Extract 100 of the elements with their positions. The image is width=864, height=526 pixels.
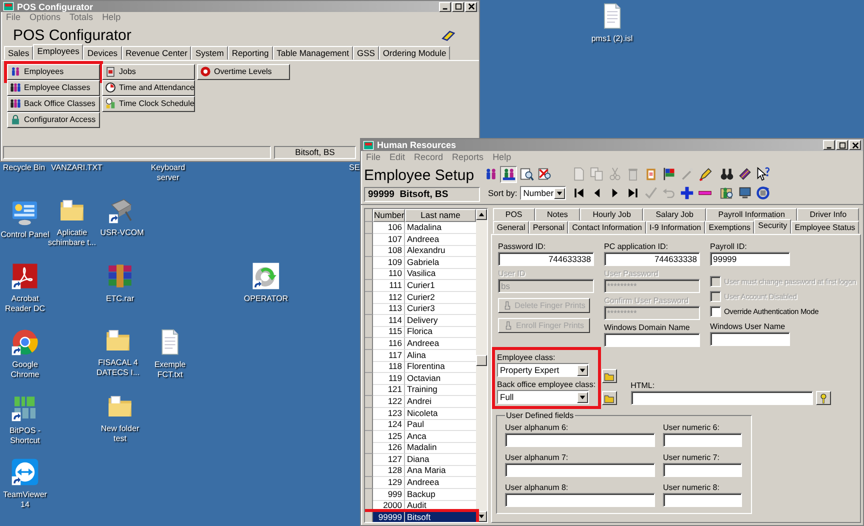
minimize-button[interactable]	[823, 140, 835, 150]
archive-icon[interactable]	[106, 262, 134, 290]
tab[interactable]: GSS	[352, 46, 379, 60]
people-icon[interactable]	[500, 166, 517, 182]
employee-row[interactable]: 115 Florica	[365, 326, 476, 338]
tab[interactable]: Notes	[534, 208, 580, 221]
input-field[interactable]	[604, 333, 700, 347]
magnifier-icon[interactable]	[536, 166, 553, 182]
help-button[interactable]	[816, 391, 831, 405]
gear-icon[interactable]	[252, 262, 280, 290]
desktop-icon-label[interactable]: Google Chrome	[0, 360, 50, 380]
checkbox[interactable]	[710, 306, 721, 317]
menu-item[interactable]: File	[366, 152, 381, 162]
menu-item[interactable]: Help	[492, 152, 512, 162]
plus-icon[interactable]	[678, 184, 695, 202]
maximize-button[interactable]	[452, 2, 464, 12]
input-field[interactable]	[710, 332, 790, 346]
menu-item[interactable]: Edit	[390, 152, 406, 162]
tab[interactable]: POS	[493, 208, 535, 221]
input-field[interactable]: 744633338	[498, 252, 594, 266]
employee-row[interactable]: 111 Curier1	[365, 280, 476, 292]
minimize-button[interactable]	[439, 2, 451, 12]
desktop-icon-label[interactable]: TeamViewer 14	[0, 490, 50, 510]
input-field[interactable]	[505, 463, 655, 477]
refresh-icon[interactable]	[754, 184, 771, 202]
tab[interactable]: System	[191, 46, 228, 60]
magnifier-icon[interactable]	[518, 166, 535, 182]
folder-button[interactable]	[602, 391, 617, 405]
column-header[interactable]: Number	[373, 209, 405, 222]
close-button[interactable]	[465, 2, 477, 12]
desktop-icon-label[interactable]: USR-VCOM	[100, 228, 144, 238]
employee-row[interactable]: 126 Madalin	[365, 442, 476, 454]
employee-row[interactable]: 129 Andreea	[365, 477, 476, 489]
desktop-icon-label[interactable]: OPERATOR	[244, 294, 288, 304]
scroll-thumb[interactable]	[476, 355, 487, 366]
tab[interactable]: I-9 Information	[646, 221, 705, 234]
desktop-icon-label[interactable]: VANZARI.TXT	[51, 163, 101, 173]
menu-item[interactable]: Totals	[70, 12, 94, 22]
employee-row[interactable]: 122 Andrei	[365, 396, 476, 408]
input-field[interactable]	[663, 433, 742, 447]
class-dropdown[interactable]: Full	[497, 390, 589, 404]
module-button[interactable]: Time and Attendance	[102, 80, 195, 96]
book-icon[interactable]	[736, 166, 753, 182]
module-button[interactable]: Configurator Access	[7, 112, 100, 128]
book-icon[interactable]	[441, 28, 455, 42]
desktop-icon-label[interactable]: ETC.rar	[106, 294, 134, 304]
tab[interactable]: Hourly Job	[580, 208, 644, 221]
column-header[interactable]: Last name	[405, 209, 476, 222]
employee-row[interactable]: 128 Ana Maria	[365, 465, 476, 478]
input-field[interactable]	[630, 391, 813, 405]
employee-row[interactable]: 118 Florentina	[365, 361, 476, 373]
employee-row[interactable]: 110 Vasilica	[365, 268, 476, 280]
menu-item[interactable]: Reports	[452, 152, 484, 162]
input-field[interactable]	[663, 463, 742, 477]
desktop-icon-label[interactable]: SE	[349, 163, 360, 173]
tab[interactable]: Devices	[83, 46, 122, 60]
input-field[interactable]	[505, 433, 655, 447]
scrollbar[interactable]	[476, 209, 487, 522]
employee-row[interactable]: 116 Andreea	[365, 338, 476, 350]
module-button[interactable]: Time Clock Schedule	[102, 96, 195, 112]
employee-row[interactable]: 108 Alexandru	[365, 245, 476, 257]
menu-item[interactable]: Help	[102, 12, 121, 22]
module-button[interactable]: Employee Classes	[7, 80, 100, 96]
module-button[interactable]: Jobs	[102, 64, 195, 80]
employee-row[interactable]: 99999 Bitsoft	[365, 512, 476, 522]
desktop-icon-label[interactable]: Keyboard server	[143, 163, 193, 183]
input-field[interactable]: 99999	[710, 252, 790, 266]
folder-button[interactable]	[602, 369, 617, 383]
module-button[interactable]: Overtime Levels	[197, 64, 290, 80]
pdf-icon[interactable]	[11, 262, 39, 290]
employee-row[interactable]: 113 Curier3	[365, 303, 476, 315]
desktop-icon-label[interactable]: BitPOS - Shortcut	[0, 426, 50, 446]
module-button[interactable]: Back Office Classes	[7, 96, 100, 112]
scroll-down-icon[interactable]	[478, 513, 485, 520]
tab[interactable]: Security	[754, 219, 791, 234]
tab[interactable]: Personal	[529, 221, 568, 234]
tab[interactable]: Ordering Module	[378, 46, 450, 60]
tab[interactable]: Employee Status	[790, 221, 859, 234]
employee-row[interactable]: 121 Training	[365, 384, 476, 396]
tab[interactable]: Revenue Center	[122, 46, 192, 60]
desktop-icon-label[interactable]: Acrobat Reader DC	[0, 294, 50, 314]
menu-item[interactable]: File	[6, 12, 21, 22]
desktop-icon-label[interactable]: FISACAL 4 DATECS I...	[93, 358, 143, 378]
scroll-up-icon[interactable]	[478, 211, 485, 218]
tab[interactable]: Driver Info	[797, 208, 859, 221]
menu-item[interactable]: Record	[414, 152, 444, 162]
input-field[interactable]: 744633338	[604, 252, 700, 266]
tab[interactable]: General	[493, 221, 530, 234]
desktop-icon-label[interactable]: Recycle Bin	[2, 163, 46, 173]
employee-row[interactable]: 106 Madalina	[365, 222, 476, 234]
sort-dropdown[interactable]: Number	[520, 186, 566, 200]
employee-row[interactable]: 124 Paul	[365, 419, 476, 431]
menu-item[interactable]: Options	[30, 12, 61, 22]
input-field[interactable]	[663, 493, 742, 507]
close-button[interactable]	[849, 140, 861, 150]
input-field[interactable]	[505, 493, 655, 507]
desktop-icon-label[interactable]: pms1 (2).isl	[591, 34, 633, 44]
tab[interactable]: Table Management	[272, 46, 353, 60]
desktop-icon-label[interactable]: New folder test	[95, 424, 145, 444]
maximize-button[interactable]	[836, 140, 848, 150]
